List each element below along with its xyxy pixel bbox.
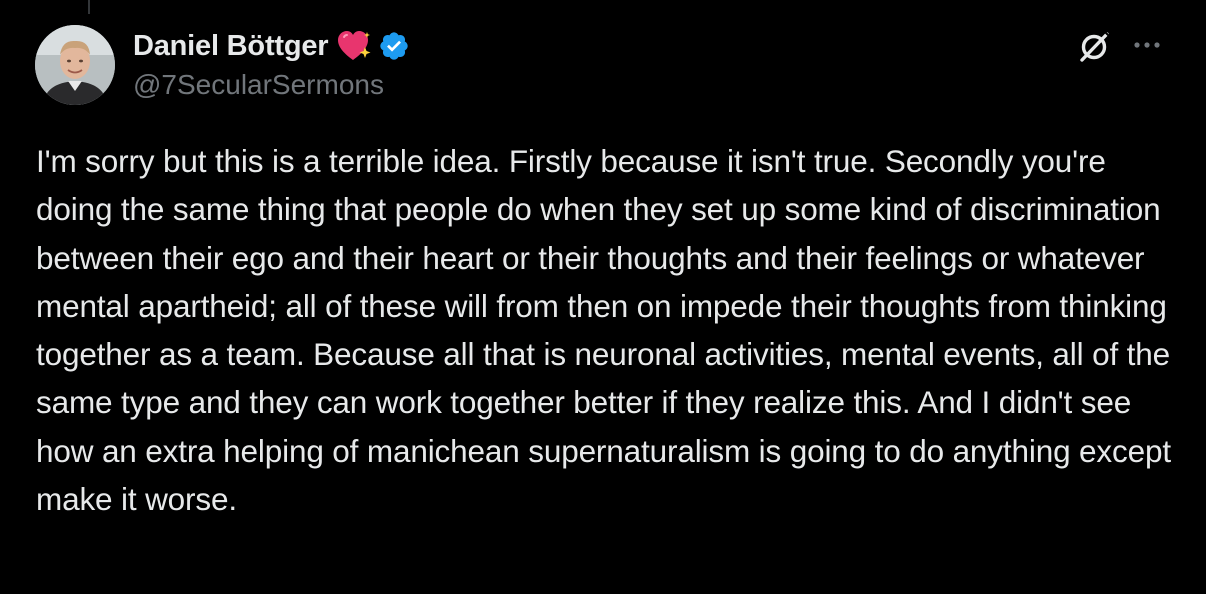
more-options-icon[interactable]: [1130, 33, 1166, 57]
thread-connector-line: [88, 0, 90, 14]
author-display-name[interactable]: Daniel Böttger: [133, 30, 329, 63]
avatar[interactable]: [35, 25, 115, 105]
author-name-row: Daniel Böttger: [133, 28, 410, 64]
sparkling-heart-icon: [336, 29, 372, 63]
verified-badge-icon[interactable]: [378, 30, 410, 62]
grok-icon[interactable]: [1076, 27, 1114, 65]
tweet-text: I'm sorry but this is a terrible idea. F…: [36, 143, 1171, 518]
author-handle[interactable]: @7SecularSermons: [133, 69, 384, 101]
